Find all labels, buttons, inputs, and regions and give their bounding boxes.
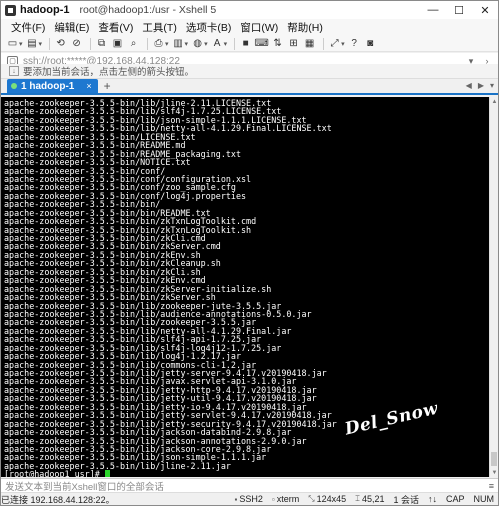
resize-icon: ⤡ — [308, 494, 315, 503]
tab-navigation: ◀ ▶ ▾ — [460, 79, 494, 93]
maximize-button[interactable]: ☐ — [446, 1, 472, 19]
toolbar-divider — [147, 37, 149, 50]
status-protocol-label: SSH2 — [239, 494, 263, 504]
status-protocol: ▪ SSH2 — [234, 494, 262, 504]
menu-help[interactable]: 帮助(H) — [283, 20, 327, 35]
status-terminal: ▫ xterm — [272, 494, 299, 504]
menu-view[interactable]: 查看(V) — [94, 20, 137, 35]
shell-prompt[interactable]: [root@hadoop1 usr]# — [4, 470, 489, 477]
keyboard-icon[interactable]: ⌨ — [254, 38, 268, 50]
copy-icon[interactable]: ⧉ — [95, 38, 108, 50]
terminal-scrollbar[interactable]: ▲ ▼ — [489, 97, 498, 477]
add-session-arrow-icon[interactable]: ↓ — [9, 66, 19, 76]
minimize-button[interactable]: — — [420, 1, 446, 19]
terminal-icon: ▫ — [271, 494, 275, 504]
window-title-path: root@hadoop1:/usr - Xshell 5 — [79, 4, 217, 16]
fullscreen-icon[interactable]: ⤢ — [328, 38, 341, 50]
chevron-down-icon[interactable]: ▾ — [39, 40, 43, 48]
status-scroll-arrows: ↑ ↓ — [428, 494, 437, 504]
session-hint-bar: ↓ 要添加当前会话，点击左侧的箭头按钮。 — [1, 64, 498, 79]
toolbar-divider — [90, 37, 92, 50]
terminal-cursor — [104, 470, 110, 477]
properties-icon[interactable]: ▥ — [172, 38, 185, 50]
status-bar: 已连接 192.168.44.128:22。 ▪ SSH2 ▫ xterm ⤡ 124… — [1, 492, 498, 505]
scroll-thumb[interactable] — [491, 452, 497, 466]
status-terminal-label: xterm — [276, 494, 300, 504]
compose-icon[interactable]: ▦ — [303, 38, 316, 50]
status-sessions: 1 会话 — [393, 494, 419, 505]
disconnect-icon[interactable]: ⊘ — [70, 38, 83, 50]
lock-icon[interactable]: ■ — [239, 38, 252, 50]
status-num: NUM — [473, 494, 495, 504]
xshell-window: hadoop-1 root@hadoop1:/usr - Xshell 5 — … — [0, 0, 499, 506]
tab-hadoop-1[interactable]: 1 hadoop-1 × — [7, 79, 98, 93]
hint-text: 要添加当前会话，点击左侧的箭头按钮。 — [23, 67, 195, 78]
toolbar-divider — [323, 37, 325, 50]
status-cap: CAP — [445, 494, 465, 504]
chevron-down-icon[interactable]: ▾ — [224, 40, 228, 48]
open-folder-icon[interactable]: ▤ — [26, 38, 39, 50]
scroll-down-icon[interactable]: ▼ — [490, 468, 499, 477]
toolbar-divider — [49, 37, 51, 50]
new-session-icon[interactable]: ▭ — [6, 38, 19, 50]
menu-edit[interactable]: 编辑(E) — [50, 20, 93, 35]
lock-icon: ▪ — [234, 494, 238, 504]
xshell-app-icon — [5, 4, 16, 16]
reconnect-icon[interactable]: ⟲ — [54, 38, 67, 50]
send-bar: 发送文本到当前Xshell窗口的全部会话 ≡ — [1, 478, 498, 493]
status-size: ⤡ 124x45 — [308, 494, 346, 504]
transfer-icon[interactable]: ⇅ — [271, 38, 284, 50]
help-icon[interactable]: ? — [348, 38, 361, 50]
tab-bar: 1 hadoop-1 × + ◀ ▶ ▾ — [1, 79, 498, 95]
menu-file[interactable]: 文件(F) — [7, 20, 49, 35]
chevron-down-icon[interactable]: ▾ — [204, 40, 208, 48]
status-cursor-label: 45,21 — [361, 494, 385, 504]
print-icon[interactable]: ⎙ — [152, 38, 165, 50]
font-icon[interactable]: A — [211, 38, 224, 50]
send-menu-icon[interactable]: ≡ — [489, 481, 494, 491]
tab-next-icon[interactable]: ▶ — [478, 79, 484, 93]
menu-window[interactable]: 窗口(W) — [236, 20, 282, 35]
tab-close-icon[interactable]: × — [86, 81, 91, 91]
send-input[interactable]: 发送文本到当前Xshell窗口的全部会话 — [5, 479, 164, 493]
tab-prev-icon[interactable]: ◀ — [466, 79, 472, 93]
paste-icon[interactable]: ▣ — [111, 38, 124, 50]
chevron-down-icon[interactable]: ▾ — [341, 40, 345, 48]
status-connection: 已连接 192.168.44.128:22。 — [1, 494, 115, 505]
scroll-up-icon[interactable]: ▲ — [490, 97, 499, 106]
menu-tabs[interactable]: 选项卡(B) — [182, 20, 236, 35]
arrow-down-icon: ↓ — [432, 494, 437, 504]
toolbar-divider — [234, 37, 236, 50]
window-title-host: hadoop-1 — [20, 4, 70, 16]
script-icon[interactable]: ⊞ — [287, 38, 300, 50]
prompt-text: [root@hadoop1 usr]# — [4, 469, 105, 477]
find-icon[interactable]: ⌕ — [127, 38, 140, 50]
cursor-icon: ⌶ — [355, 494, 360, 503]
chat-icon[interactable]: ◙ — [364, 38, 377, 50]
chevron-down-icon[interactable]: ▾ — [165, 40, 169, 48]
close-button[interactable]: ✕ — [472, 1, 498, 19]
chevron-down-icon[interactable]: ▾ — [185, 40, 189, 48]
tab-label: 1 hadoop-1 — [21, 80, 75, 92]
menu-bar: 文件(F) 编辑(E) 查看(V) 工具(T) 选项卡(B) 窗口(W) 帮助(… — [1, 19, 498, 36]
menu-tools[interactable]: 工具(T) — [138, 20, 180, 35]
connection-status-icon — [11, 83, 17, 89]
status-cursor: ⌶ 45,21 — [355, 494, 384, 504]
window-controls: — ☐ ✕ — [420, 1, 498, 19]
toolbar: ▭ ▾ ▤ ▾ ⟲ ⊘ ⧉ ▣ ⌕ ⎙ ▾ ▥ ▾ ◍ ▾ A ▾ ■ ⌨ ⇅ … — [1, 36, 498, 52]
tab-list-icon[interactable]: ▾ — [490, 79, 494, 93]
new-tab-button[interactable]: + — [104, 79, 111, 93]
status-size-label: 124x45 — [316, 494, 347, 504]
chevron-down-icon[interactable]: ▾ — [19, 40, 23, 48]
globe-icon[interactable]: ◍ — [191, 38, 204, 50]
send-controls: ≡ — [489, 481, 494, 491]
title-bar[interactable]: hadoop-1 root@hadoop1:/usr - Xshell 5 — … — [1, 1, 498, 19]
